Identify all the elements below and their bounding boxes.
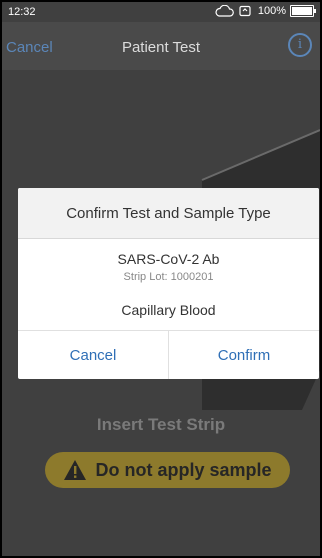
page-title: Patient Test <box>121 39 201 56</box>
status-bar: 12:32 100% <box>2 2 320 22</box>
battery-percent: 100% <box>257 5 286 17</box>
dialog-title: Confirm Test and Sample Type <box>18 188 319 239</box>
status-icons: 100% <box>214 5 316 17</box>
sample-type: Capillary Blood <box>121 302 216 318</box>
battery-icon <box>290 5 316 17</box>
dialog-confirm-button[interactable]: Confirm <box>169 331 319 379</box>
confirm-dialog: Confirm Test and Sample Type SARS-CoV-2 … <box>18 188 319 379</box>
warning-banner: Do not apply sample <box>45 452 290 488</box>
dialog-actions: Cancel Confirm <box>18 330 319 379</box>
cloud-icon <box>215 5 234 17</box>
dialog-body: SARS-CoV-2 Ab Strip Lot: 1000201 Capilla… <box>18 239 319 330</box>
status-time: 12:32 <box>8 6 36 18</box>
sync-icon <box>239 5 251 17</box>
warning-triangle-icon <box>64 460 87 480</box>
nav-bar: Cancel Patient Test i <box>2 22 320 70</box>
strip-lot: Strip Lot: 1000201 <box>123 271 214 283</box>
device-screen: 12:32 100% Cancel Patient Test i Insert … <box>2 2 320 556</box>
warning-text: Do not apply sample <box>95 459 272 480</box>
insert-strip-label: Insert Test Strip <box>96 415 226 434</box>
test-name: SARS-CoV-2 Ab <box>117 251 220 267</box>
dialog-cancel-button[interactable]: Cancel <box>18 331 169 379</box>
info-icon[interactable]: i <box>288 33 312 57</box>
